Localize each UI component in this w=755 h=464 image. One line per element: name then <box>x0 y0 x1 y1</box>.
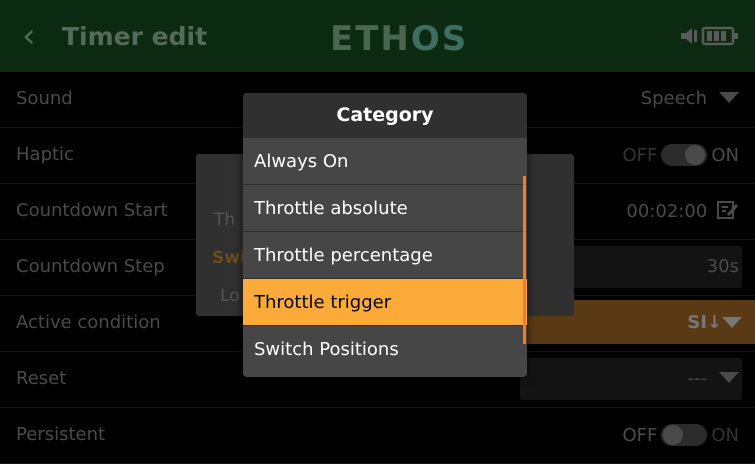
active-condition-value: SI↓ <box>687 312 722 333</box>
category-option-throttle-percentage[interactable]: Throttle percentage <box>243 232 527 279</box>
category-option-throttle-absolute[interactable]: Throttle absolute <box>243 185 527 232</box>
persistent-toggle[interactable]: OFF ON <box>622 424 739 446</box>
countdown-start-value[interactable]: 00:02:00 <box>626 200 739 222</box>
dialog-scrollbar[interactable] <box>523 176 526 344</box>
status-icons <box>681 26 738 46</box>
background-dialog-line: Th <box>214 210 236 230</box>
toggle-knob <box>685 145 706 165</box>
screen: ‹ Timer edit ETHOS Sound Speech Haptic O… <box>0 0 755 464</box>
background-dialog-line: Lo <box>220 286 240 306</box>
toggle-knob <box>663 425 684 445</box>
sound-value[interactable]: Speech <box>641 88 739 109</box>
back-chevron-icon[interactable]: ‹ <box>22 18 36 54</box>
toggle-track <box>661 424 708 446</box>
logo-text-right: OS <box>410 19 469 59</box>
caret-down-icon <box>719 92 739 103</box>
reset-value-text: --- <box>687 368 708 389</box>
row-label: Countdown Start <box>16 200 168 221</box>
category-dialog: Category Always On Throttle absolute Thr… <box>243 93 527 377</box>
row-label: Persistent <box>16 424 106 445</box>
background-dialog-line: Swi <box>212 248 246 268</box>
page-title: Timer edit <box>62 22 208 51</box>
countdown-start-text: 00:02:00 <box>626 201 708 222</box>
edit-icon <box>717 201 739 219</box>
countdown-step-value: 30s <box>706 256 739 277</box>
sound-value-text: Speech <box>640 88 707 109</box>
toggle-on-label: ON <box>711 425 739 446</box>
haptic-toggle[interactable]: OFF ON <box>622 144 739 166</box>
reset-value[interactable]: --- <box>687 368 739 389</box>
row-persistent[interactable]: Persistent OFF ON <box>0 408 755 464</box>
logo-text-left: ETH <box>330 19 411 59</box>
row-label: Active condition <box>16 312 161 333</box>
row-label: Reset <box>16 368 67 389</box>
category-option-always-on[interactable]: Always On <box>243 138 527 185</box>
caret-down-icon <box>719 372 739 383</box>
header-bar: ‹ Timer edit ETHOS <box>0 0 755 72</box>
toggle-track <box>661 144 708 166</box>
dialog-title: Category <box>243 93 527 138</box>
toggle-off-label: OFF <box>622 425 658 446</box>
ethos-logo: ETHOS <box>330 19 468 59</box>
toggle-off-label: OFF <box>622 145 658 166</box>
toggle-on-label: ON <box>711 145 739 166</box>
row-label: Haptic <box>16 144 74 165</box>
caret-down-icon <box>722 317 742 328</box>
row-label: Sound <box>16 88 73 109</box>
category-option-switch-positions[interactable]: Switch Positions <box>243 326 527 373</box>
battery-icon <box>701 26 738 46</box>
row-label: Countdown Step <box>16 256 165 277</box>
category-option-throttle-trigger[interactable]: Throttle trigger <box>243 279 527 326</box>
speaker-icon <box>681 28 697 44</box>
